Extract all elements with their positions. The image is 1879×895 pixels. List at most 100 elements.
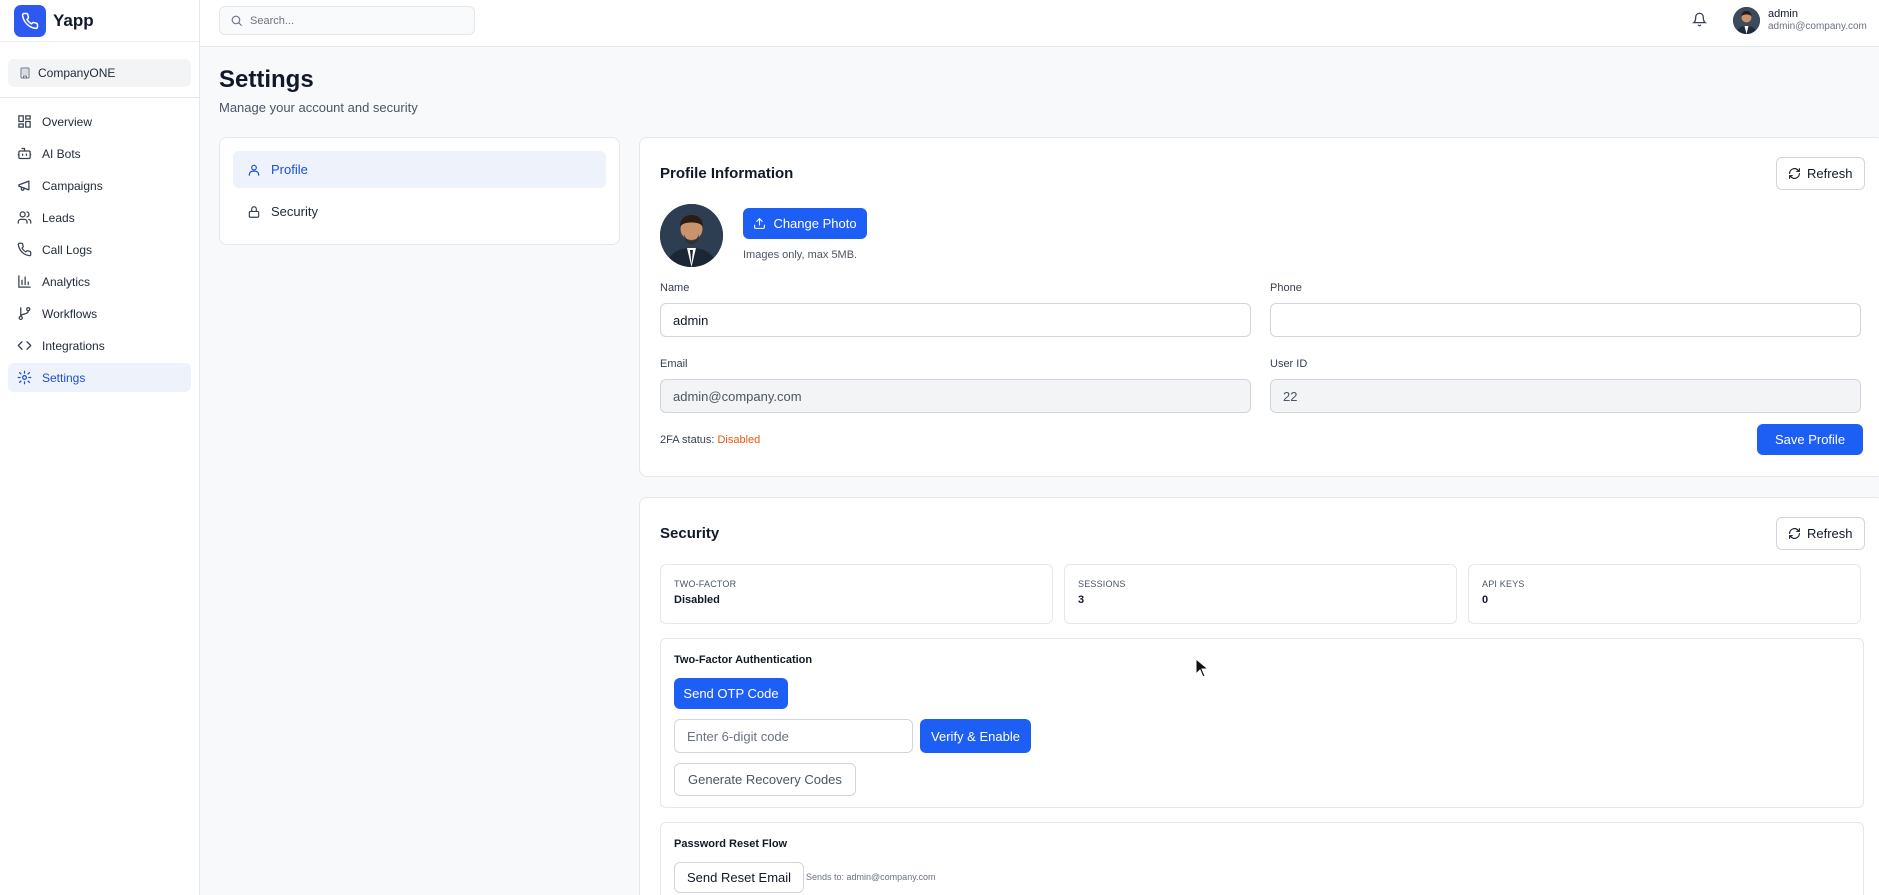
refresh-icon <box>1788 527 1801 540</box>
tab-security[interactable]: Security <box>233 193 606 230</box>
stat-label: TWO-FACTOR <box>674 579 737 589</box>
sidebar-item-label: Analytics <box>42 274 91 289</box>
email-label: Email <box>660 358 688 370</box>
topbar: admin admin@company.com <box>200 0 1879 47</box>
two-factor-title: Two-Factor Authentication <box>674 654 813 666</box>
sidebar-item-analytics[interactable]: Analytics <box>8 267 191 296</box>
building-icon <box>19 67 31 79</box>
grid-icon <box>17 114 33 129</box>
stat-value: Disabled <box>674 594 720 606</box>
name-label: Name <box>660 282 690 294</box>
profile-card: Profile Information Refresh Change Photo… <box>639 137 1879 477</box>
profile-title: Profile Information <box>660 165 794 182</box>
sends-to-text: Sends to: admin@company.com <box>806 872 936 882</box>
sidebar-nav: Overview AI Bots Campaigns Leads Call Lo… <box>0 107 199 392</box>
sidebar-item-overview[interactable]: Overview <box>8 107 191 136</box>
save-profile-button[interactable]: Save Profile <box>1757 424 1863 455</box>
stat-label: API KEYS <box>1482 579 1525 589</box>
refresh-icon <box>1788 167 1801 180</box>
security-title: Security <box>660 525 720 542</box>
profile-refresh-button[interactable]: Refresh <box>1776 157 1865 190</box>
verify-enable-button[interactable]: Verify & Enable <box>920 719 1031 753</box>
twofa-status: 2FA status: Disabled <box>660 434 760 446</box>
megaphone-icon <box>17 178 33 193</box>
send-reset-email-button[interactable]: Send Reset Email <box>674 862 805 893</box>
bell-icon[interactable] <box>1692 12 1707 27</box>
page-subtitle: Manage your account and security <box>219 100 418 115</box>
upload-icon <box>753 217 766 230</box>
sidebar-item-label: Campaigns <box>42 178 103 193</box>
email-field[interactable] <box>660 379 1251 413</box>
profile-avatar <box>660 204 723 267</box>
stat-value: 0 <box>1482 594 1489 606</box>
tab-label: Profile <box>271 162 308 177</box>
change-photo-label: Change Photo <box>773 216 857 231</box>
userid-label: User ID <box>1270 358 1308 370</box>
phone-field[interactable] <box>1270 303 1861 337</box>
search-box[interactable] <box>219 6 475 35</box>
stat-api-keys: API KEYS 0 <box>1468 564 1861 624</box>
sidebar-item-label: Leads <box>42 210 75 225</box>
sidebar-item-campaigns[interactable]: Campaigns <box>8 171 191 200</box>
sidebar-item-label: Workflows <box>42 306 98 321</box>
lock-icon <box>247 205 261 219</box>
bar-chart-icon <box>17 274 33 289</box>
tab-profile[interactable]: Profile <box>233 151 606 188</box>
security-refresh-button[interactable]: Refresh <box>1776 517 1865 550</box>
sidebar: Yapp CompanyONE Overview AI Bots Campaig… <box>0 0 200 895</box>
users-icon <box>17 210 33 225</box>
sidebar-item-label: AI Bots <box>42 146 81 161</box>
sidebar-item-settings[interactable]: Settings <box>8 363 191 392</box>
company-switcher[interactable]: CompanyONE <box>8 59 191 87</box>
stat-two-factor: TWO-FACTOR Disabled <box>660 564 1053 624</box>
search-input[interactable] <box>250 14 450 27</box>
user-icon <box>247 163 261 177</box>
brand-name: Yapp <box>53 10 94 30</box>
gear-icon <box>17 370 33 385</box>
page-title: Settings <box>219 66 314 93</box>
password-reset-title: Password Reset Flow <box>674 838 788 850</box>
brand: Yapp <box>0 0 199 42</box>
sidebar-item-leads[interactable]: Leads <box>8 203 191 232</box>
refresh-label: Refresh <box>1807 526 1853 541</box>
password-reset-panel: Password Reset Flow Send Reset Email Sen… <box>660 822 1864 895</box>
send-otp-button[interactable]: Send OTP Code <box>674 678 788 709</box>
name-field[interactable] <box>660 303 1251 337</box>
avatar <box>1733 7 1760 34</box>
refresh-label: Refresh <box>1807 166 1853 181</box>
tab-label: Security <box>271 204 318 219</box>
sidebar-item-call-logs[interactable]: Call Logs <box>8 235 191 264</box>
userid-field[interactable] <box>1270 379 1861 413</box>
sidebar-item-label: Integrations <box>42 338 105 353</box>
settings-tabs: Profile Security <box>219 137 620 245</box>
mouse-cursor-icon <box>1195 658 1209 678</box>
git-branch-icon <box>17 306 33 321</box>
company-name: CompanyONE <box>38 66 116 80</box>
photo-hint: Images only, max 5MB. <box>743 249 858 261</box>
sidebar-item-ai-bots[interactable]: AI Bots <box>8 139 191 168</box>
security-card: Security Refresh TWO-FACTOR Disabled SES… <box>639 497 1879 895</box>
otp-code-input[interactable] <box>674 719 913 753</box>
bot-icon <box>17 146 33 161</box>
generate-recovery-codes-button[interactable]: Generate Recovery Codes <box>674 763 856 796</box>
phone-logo-icon <box>14 4 46 37</box>
user-email: admin@company.com <box>1768 21 1867 32</box>
stat-value: 3 <box>1078 594 1085 606</box>
sidebar-divider <box>0 97 199 98</box>
search-icon <box>230 14 243 27</box>
stat-label: SESSIONS <box>1078 579 1126 589</box>
phone-icon <box>17 242 33 257</box>
twofa-status-value: Disabled <box>717 434 761 446</box>
sidebar-item-integrations[interactable]: Integrations <box>8 331 191 360</box>
phone-label: Phone <box>1270 282 1302 294</box>
user-menu[interactable]: admin admin@company.com <box>1733 7 1867 34</box>
user-name: admin <box>1768 8 1798 20</box>
sidebar-item-label: Settings <box>42 370 86 385</box>
sidebar-item-label: Overview <box>42 114 93 129</box>
code-icon <box>17 338 33 353</box>
change-photo-button[interactable]: Change Photo <box>743 208 867 239</box>
two-factor-panel: Two-Factor Authentication Send OTP Code … <box>660 638 1864 808</box>
twofa-status-prefix: 2FA status: <box>660 434 715 446</box>
sidebar-item-workflows[interactable]: Workflows <box>8 299 191 328</box>
stat-sessions: SESSIONS 3 <box>1064 564 1457 624</box>
